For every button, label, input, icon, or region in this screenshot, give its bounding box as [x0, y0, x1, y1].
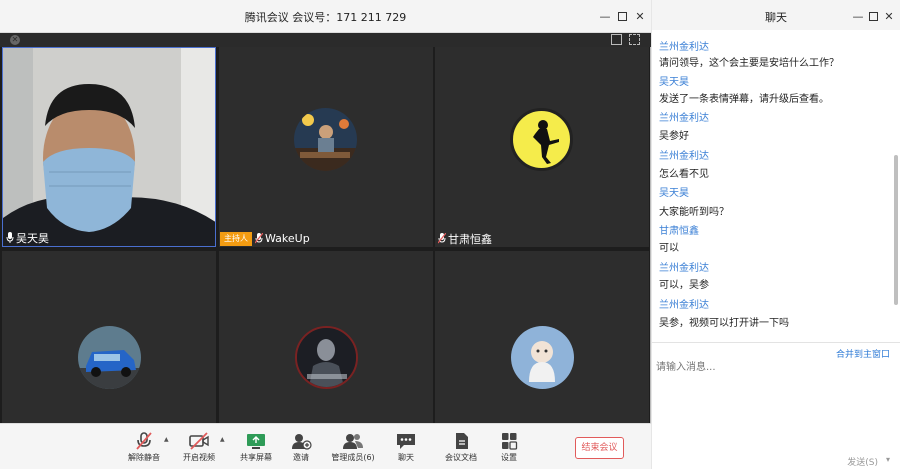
video-tile-4[interactable]: [2, 251, 216, 423]
message-sender: 兰州金利达: [659, 300, 709, 311]
share-screen-icon: [247, 434, 265, 449]
desktop: 腾讯会议 会议号：171 211 729 — ✕ ✕ 吴天昊 主持人 WakeU…: [0, 0, 900, 469]
message-text: 发送了一条表情弹幕，请升级后查看。: [659, 94, 829, 105]
meeting-docs-label: 会议文档: [445, 453, 477, 462]
participant-nameplate: 吴天昊: [3, 229, 49, 246]
participant-name: 甘肃恒鑫: [448, 232, 492, 246]
chat-titlebar: 聊天 — ✕: [652, 0, 900, 30]
participant-nameplate: 甘肃恒鑫: [435, 230, 492, 247]
participant-name: 吴天昊: [16, 231, 49, 245]
blue-suv-photo-icon: [78, 326, 141, 389]
cartoon-baby-avatar-icon: [511, 326, 574, 389]
message-sender: 兰州金利达: [659, 263, 709, 274]
settings-button[interactable]: 设置: [482, 428, 536, 468]
participant-avatar: [511, 326, 574, 389]
maximize-icon[interactable]: [614, 8, 630, 24]
manage-members-button[interactable]: 管理成员(6): [326, 428, 380, 468]
meeting-toolbar: 解除静音 ▲ 开启视频 ▲ 共享屏幕 邀请 管理成员(6) 聊天 会议文档 设置…: [0, 423, 651, 469]
microphone-icon: [6, 232, 14, 243]
add-user-icon: [292, 434, 312, 450]
muted-microphone-icon: [438, 233, 446, 244]
message-sender: 兰州金利达: [659, 151, 709, 162]
video-grid: 吴天昊 主持人 WakeUp 甘肃恒鑫: [2, 47, 649, 423]
participant-avatar: [295, 326, 358, 389]
video-tile-6[interactable]: [435, 251, 649, 423]
host-badge: 主持人: [220, 231, 252, 246]
participant-avatar: [78, 326, 141, 389]
message-text: 可以: [659, 243, 679, 254]
message-sender: 吴天昊: [659, 77, 689, 88]
message-text: 请问领导，这个会主要是安培什么工作？: [659, 58, 839, 69]
send-options-caret-icon[interactable]: ▾: [886, 455, 890, 464]
minimize-icon[interactable]: —: [850, 8, 866, 24]
dancer-silhouette-icon: [533, 120, 559, 164]
meeting-info-bar: ✕: [0, 33, 651, 47]
audio-options-caret-icon[interactable]: ▲: [164, 436, 169, 443]
message-sender: 甘肃恒鑫: [659, 226, 699, 237]
video-options-caret-icon[interactable]: ▲: [220, 436, 225, 443]
unmute-button[interactable]: 解除静音: [117, 428, 171, 468]
settings-label: 设置: [501, 453, 517, 462]
camera-feed: [3, 48, 215, 246]
participant-nameplate: 主持人 WakeUp: [219, 230, 310, 247]
meeting-titlebar: 腾讯会议 会议号：171 211 729 — ✕: [0, 0, 651, 33]
end-meeting-button[interactable]: 结束会议: [575, 437, 624, 459]
muted-microphone-icon: [136, 432, 152, 450]
start-video-button[interactable]: 开启视频: [172, 428, 226, 468]
message-sender: 兰州金利达: [659, 113, 709, 124]
chat-window: 聊天 — ✕ 兰州金利达 请问领导，这个会主要是安培什么工作？ 吴天昊 发送了一…: [652, 0, 900, 469]
members-icon: [343, 434, 363, 449]
grid-settings-icon: [502, 433, 518, 450]
chat-message-list: 兰州金利达 请问领导，这个会主要是安培什么工作？ 吴天昊 发送了一条表情弹幕，请…: [652, 30, 892, 340]
video-off-icon: [189, 432, 209, 450]
close-icon[interactable]: ✕: [632, 8, 648, 24]
video-tile-1[interactable]: 吴天昊: [2, 47, 216, 247]
chat-scrollbar[interactable]: [894, 155, 898, 305]
minimize-icon[interactable]: —: [597, 8, 613, 24]
chat-bubble-icon: [397, 434, 415, 449]
video-tile-5[interactable]: [219, 251, 433, 423]
start-video-label: 开启视频: [183, 453, 215, 462]
chat-button[interactable]: 聊天: [379, 428, 433, 468]
meeting-window: 腾讯会议 会议号：171 211 729 — ✕ ✕ 吴天昊 主持人 WakeU…: [0, 0, 651, 469]
message-sender: 兰州金利达: [659, 42, 709, 53]
video-tile-3[interactable]: 甘肃恒鑫: [435, 47, 649, 247]
unmute-label: 解除静音: [128, 453, 160, 462]
muted-microphone-icon: [255, 233, 263, 244]
chat-divider: [652, 342, 900, 343]
game-character-avatar-icon: [297, 328, 356, 387]
participant-avatar: [510, 108, 573, 171]
maximize-icon[interactable]: [865, 8, 881, 24]
message-text: 大家能听到吗？: [659, 207, 729, 218]
dismiss-icon[interactable]: ✕: [10, 35, 20, 45]
document-icon: [456, 433, 468, 449]
invite-button[interactable]: 邀请: [274, 428, 328, 468]
message-text: 可以，吴参: [659, 280, 709, 291]
chat-message-input[interactable]: [656, 358, 892, 443]
message-sender: 吴天昊: [659, 188, 689, 199]
chat-label: 聊天: [398, 453, 414, 462]
message-text: 怎么看不见: [659, 169, 709, 180]
dj-stage-photo-icon: [294, 108, 357, 171]
participant-avatar: [294, 108, 357, 171]
invite-label: 邀请: [293, 453, 309, 462]
manage-members-label: 管理成员(6): [331, 453, 375, 462]
fullscreen-icon[interactable]: [629, 34, 640, 45]
send-button[interactable]: 发送(S): [847, 455, 878, 468]
message-text: 吴参好: [659, 131, 689, 142]
meeting-title: 腾讯会议 会议号：171 211 729: [244, 11, 407, 24]
layout-icon[interactable]: [611, 34, 622, 45]
participant-name: WakeUp: [265, 232, 310, 245]
video-tile-2[interactable]: 主持人 WakeUp: [219, 47, 433, 247]
message-text: 吴参，视频可以打开讲一下吗: [659, 318, 789, 329]
close-icon[interactable]: ✕: [881, 8, 897, 24]
meeting-docs-button[interactable]: 会议文档: [434, 428, 488, 468]
